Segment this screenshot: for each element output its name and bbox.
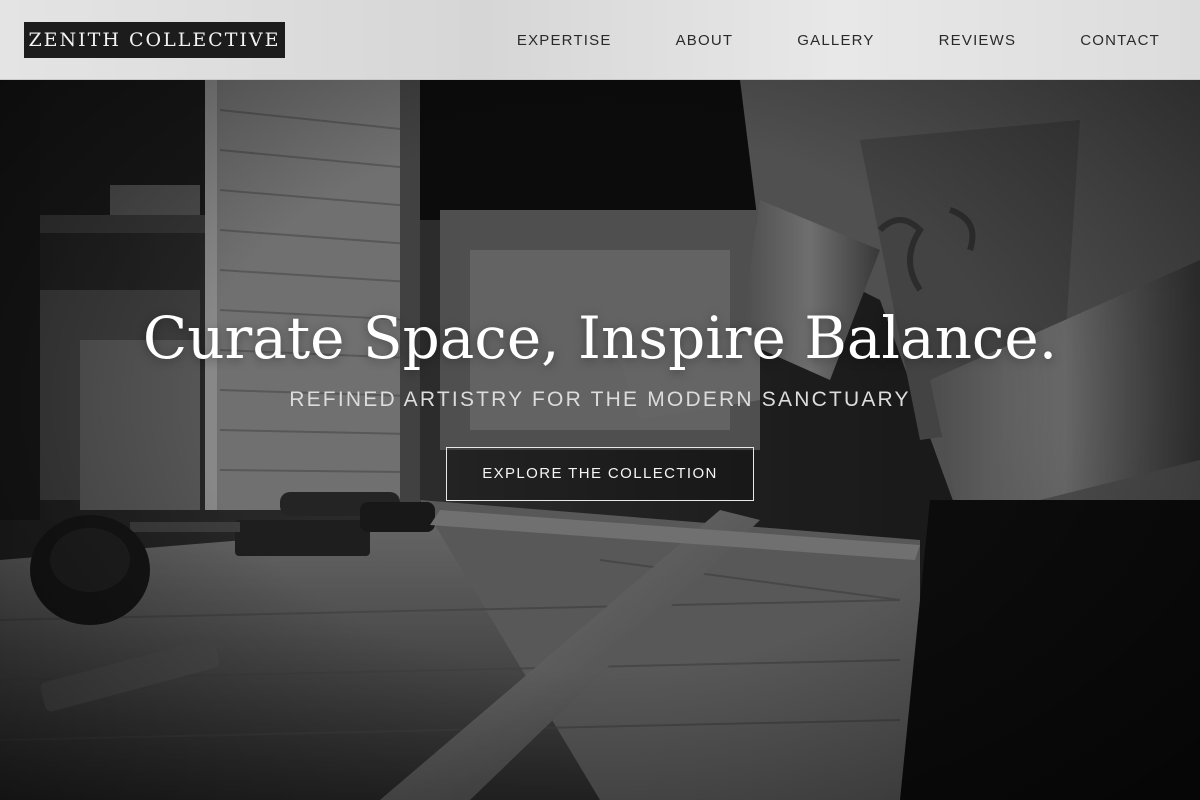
nav-link-expertise[interactable]: EXPERTISE xyxy=(517,32,612,49)
nav-link-reviews[interactable]: REVIEWS xyxy=(939,32,1017,49)
main-nav: EXPERTISE ABOUT GALLERY REVIEWS CONTACT xyxy=(517,0,1160,80)
explore-collection-button[interactable]: EXPLORE THE COLLECTION xyxy=(446,447,754,501)
nav-link-gallery[interactable]: GALLERY xyxy=(797,32,874,49)
hero-content: Curate Space, Inspire Balance. REFINED A… xyxy=(0,290,1200,501)
nav-link-contact[interactable]: CONTACT xyxy=(1080,32,1160,49)
site-header: ZENITH COLLECTIVE EXPERTISE ABOUT GALLER… xyxy=(0,0,1200,80)
brand-logo[interactable]: ZENITH COLLECTIVE xyxy=(24,22,285,58)
nav-link-about[interactable]: ABOUT xyxy=(676,32,734,49)
hero-headline: Curate Space, Inspire Balance. xyxy=(142,304,1058,372)
hero-subheadline: REFINED ARTISTRY FOR THE MODERN SANCTUAR… xyxy=(289,388,911,411)
landing-page: ZENITH COLLECTIVE EXPERTISE ABOUT GALLER… xyxy=(0,0,1200,800)
